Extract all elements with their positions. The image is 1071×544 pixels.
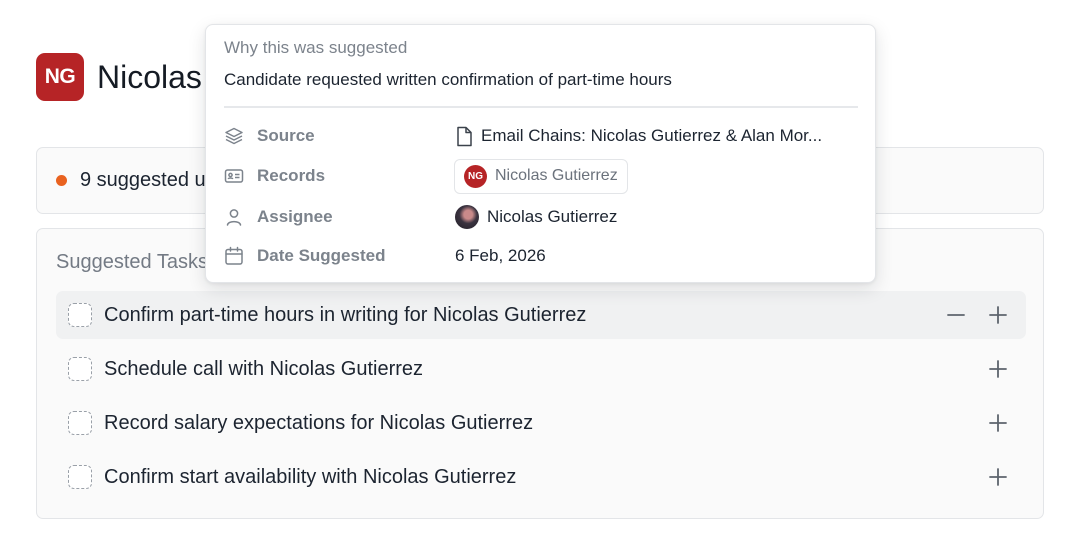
task-row[interactable]: Confirm start availability with Nicolas … bbox=[56, 453, 1026, 501]
candidate-avatar: NG bbox=[36, 53, 84, 101]
task-checkbox[interactable] bbox=[68, 357, 92, 381]
add-task-button[interactable] bbox=[982, 407, 1014, 439]
assignee-label: Assignee bbox=[257, 207, 333, 226]
task-label: Record salary expectations for Nicolas G… bbox=[104, 411, 534, 434]
plus-icon bbox=[989, 360, 1007, 378]
source-value: Email Chains: Nicolas Gutierrez & Alan M… bbox=[481, 126, 823, 145]
layers-icon bbox=[224, 126, 244, 146]
assignee-avatar bbox=[455, 205, 479, 229]
source-link[interactable]: Email Chains: Nicolas Gutierrez & Alan M… bbox=[455, 126, 822, 147]
task-checkbox[interactable] bbox=[68, 303, 92, 327]
id-card-icon bbox=[224, 166, 244, 186]
assignee-name: Nicolas Gutierrez bbox=[487, 207, 618, 226]
page-header: NG Nicolas bbox=[36, 53, 202, 101]
plus-icon bbox=[989, 468, 1007, 486]
dismiss-task-button[interactable] bbox=[940, 299, 972, 331]
plus-icon bbox=[989, 306, 1007, 324]
banner-text: 9 suggested u bbox=[80, 169, 206, 191]
task-label: Schedule call with Nicolas Gutierrez bbox=[104, 357, 424, 380]
page-title: Nicolas bbox=[97, 58, 202, 95]
document-icon bbox=[457, 126, 472, 146]
user-icon bbox=[224, 207, 244, 227]
source-row: Source Email Chains: Nicolas Gutierrez &… bbox=[224, 121, 864, 151]
date-label: Date Suggested bbox=[257, 246, 386, 265]
suggested-tasks-title: Suggested Tasks bbox=[56, 251, 208, 273]
date-row: Date Suggested 6 Feb, 2026 bbox=[224, 241, 864, 271]
popover-heading: Why this was suggested bbox=[224, 38, 408, 57]
add-task-button[interactable] bbox=[982, 461, 1014, 493]
calendar-icon bbox=[224, 246, 244, 266]
status-dot bbox=[56, 175, 67, 186]
records-label: Records bbox=[257, 166, 326, 185]
source-label: Source bbox=[257, 126, 315, 145]
task-row[interactable]: Confirm part-time hours in writing for N… bbox=[56, 291, 1026, 339]
task-row[interactable]: Schedule call with Nicolas Gutierrez bbox=[56, 345, 1026, 393]
add-task-button[interactable] bbox=[982, 353, 1014, 385]
records-row: Records NG Nicolas Gutierrez bbox=[224, 158, 864, 194]
task-checkbox[interactable] bbox=[68, 411, 92, 435]
assignee-value[interactable]: Nicolas Gutierrez bbox=[455, 205, 617, 229]
date-value: 6 Feb, 2026 bbox=[455, 246, 546, 265]
plus-icon bbox=[989, 414, 1007, 432]
record-avatar: NG bbox=[464, 164, 487, 188]
assignee-row: Assignee Nicolas Gutierrez bbox=[224, 202, 864, 232]
suggestion-reason: Candidate requested written confirmation… bbox=[224, 70, 672, 89]
add-task-button[interactable] bbox=[982, 299, 1014, 331]
task-label: Confirm start availability with Nicolas … bbox=[104, 465, 517, 488]
task-row[interactable]: Record salary expectations for Nicolas G… bbox=[56, 399, 1026, 447]
minus-icon bbox=[947, 314, 965, 316]
suggestion-reason-popover: Why this was suggested Candidate request… bbox=[205, 24, 876, 283]
task-label: Confirm part-time hours in writing for N… bbox=[104, 303, 587, 326]
record-name: Nicolas Gutierrez bbox=[495, 167, 618, 184]
record-chip[interactable]: NG Nicolas Gutierrez bbox=[454, 158, 628, 194]
task-checkbox[interactable] bbox=[68, 465, 92, 489]
divider bbox=[224, 106, 858, 108]
